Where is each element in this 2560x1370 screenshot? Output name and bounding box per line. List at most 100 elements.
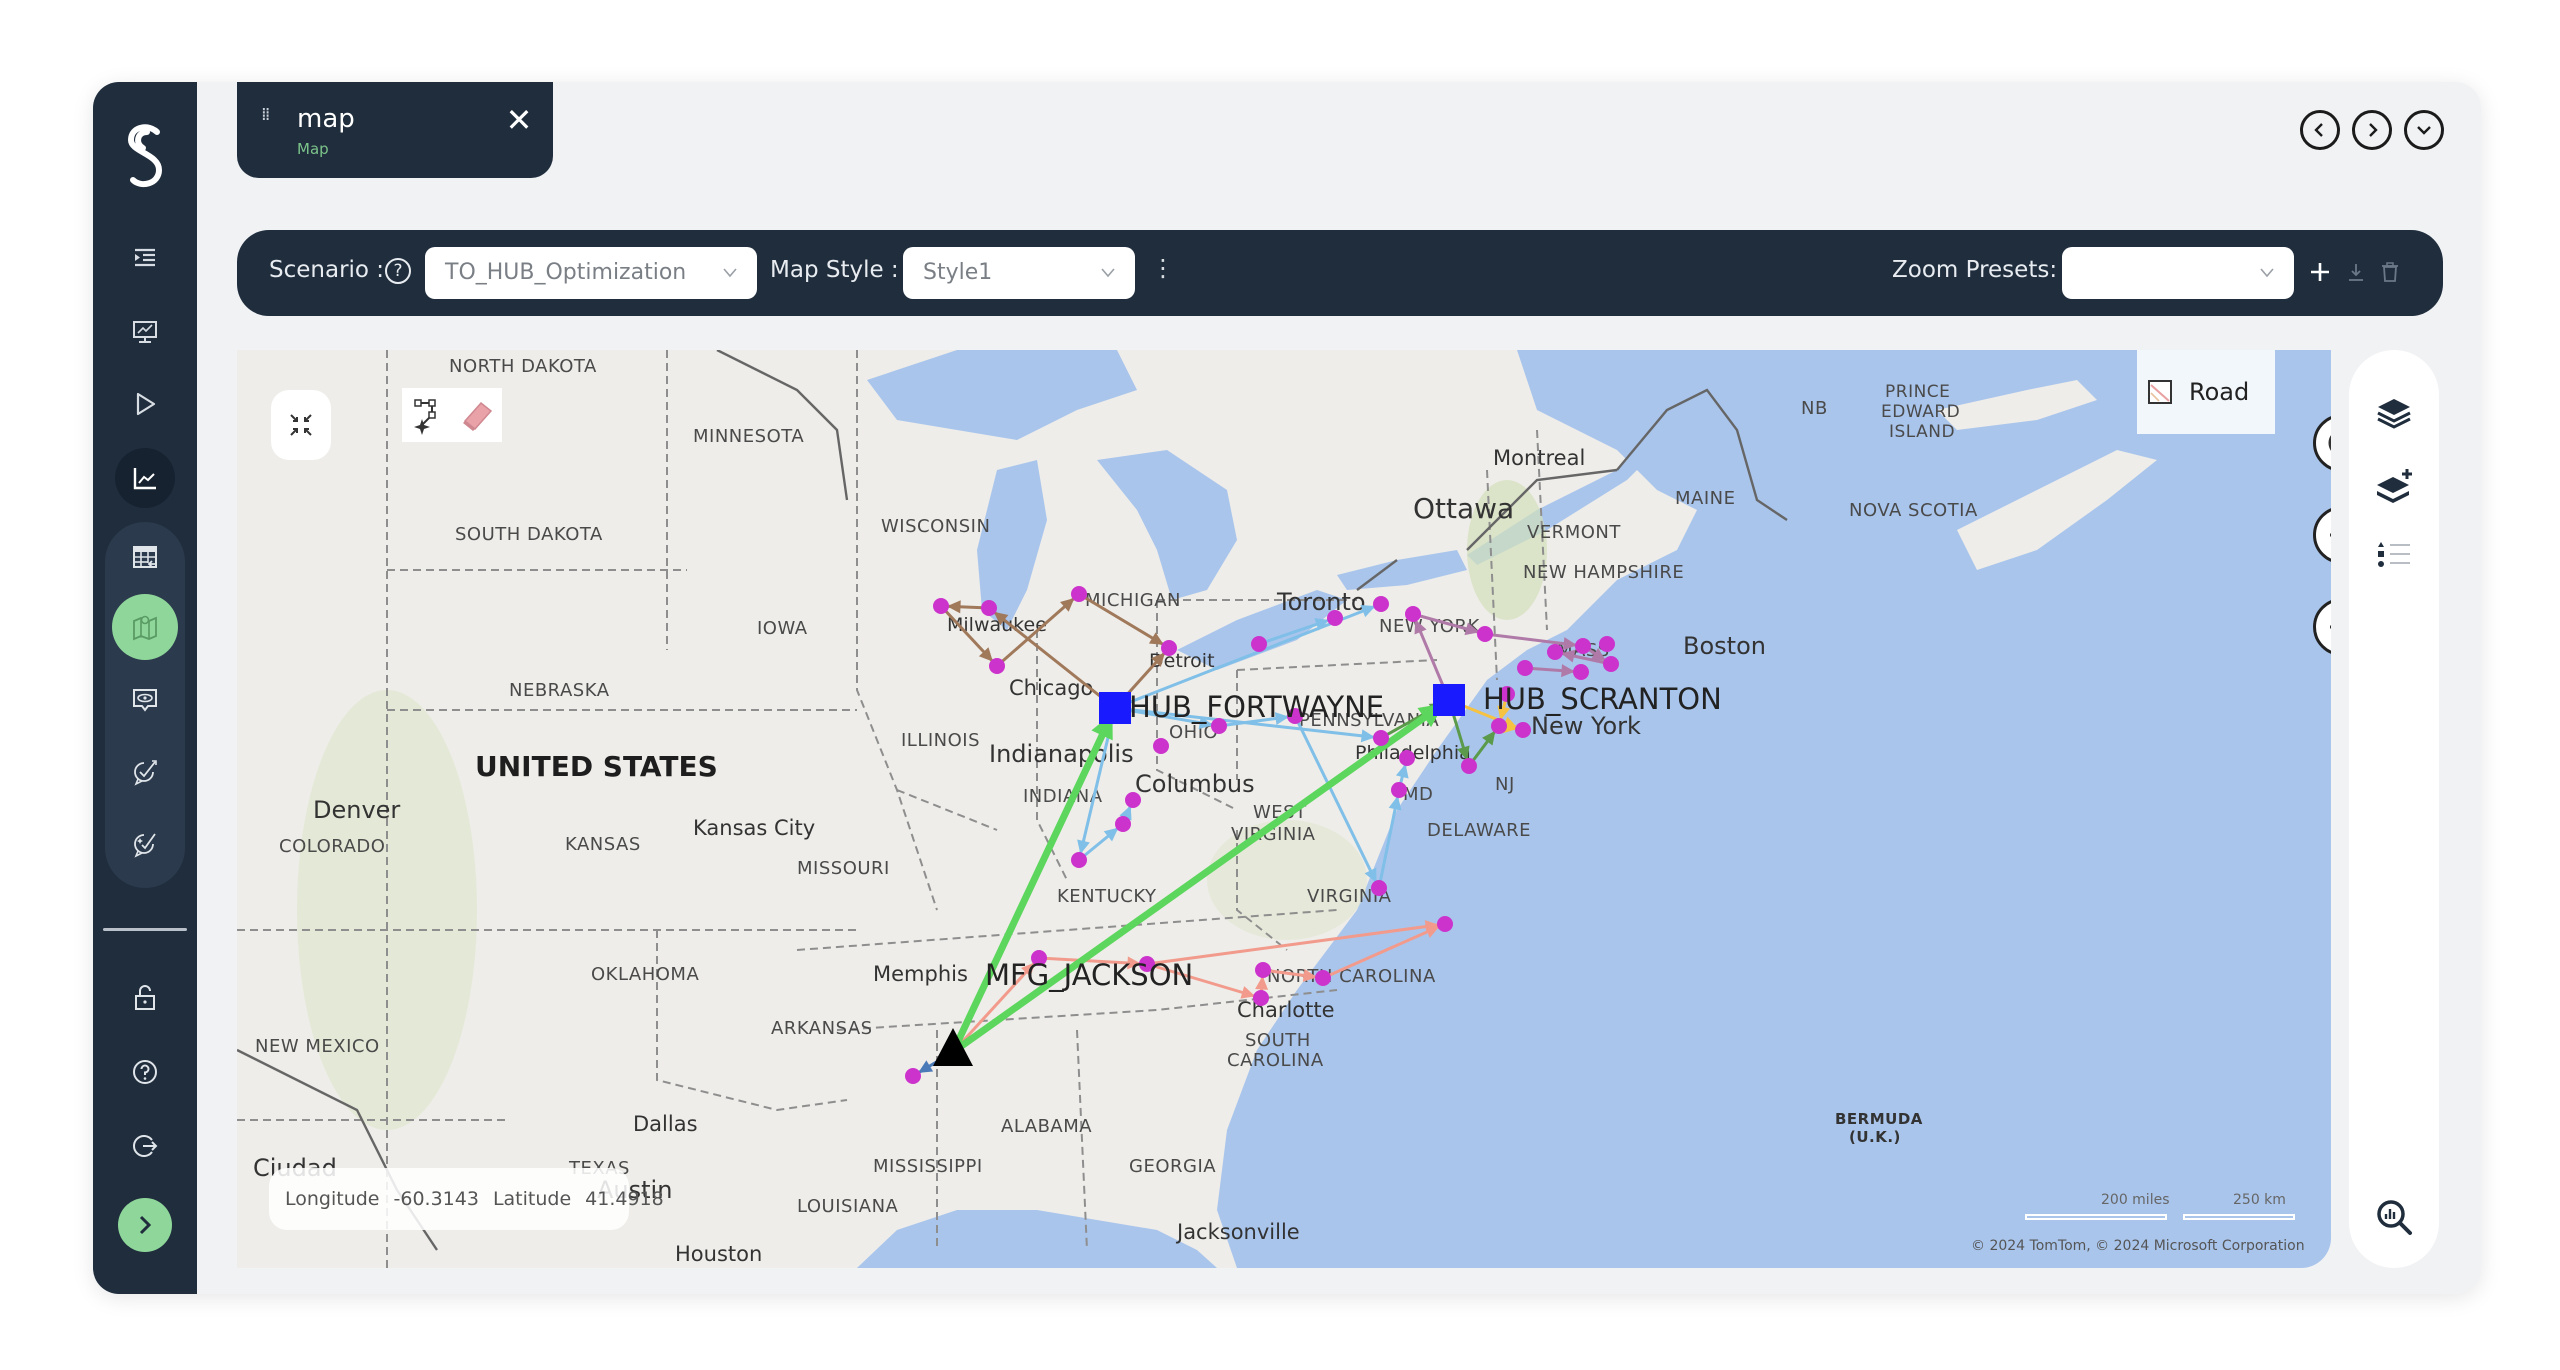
customer-point[interactable] bbox=[933, 598, 949, 614]
mfg-to-hub-route bbox=[949, 706, 1119, 1054]
customer-point[interactable] bbox=[1547, 644, 1563, 660]
scenario-select[interactable]: TO_HUB_Optimization bbox=[425, 247, 757, 299]
customer-point[interactable] bbox=[1255, 962, 1271, 978]
chevron-left-icon bbox=[2314, 123, 2323, 137]
customer-point[interactable] bbox=[1373, 730, 1389, 746]
hub-scranton-label: HUB_SCRANTON bbox=[1483, 682, 1722, 716]
customer-point[interactable] bbox=[1517, 660, 1533, 676]
legend-button[interactable] bbox=[2371, 532, 2417, 578]
customer-point[interactable] bbox=[1437, 916, 1453, 932]
close-tab-button[interactable]: ✕ bbox=[499, 100, 539, 140]
save-zoom-preset-button[interactable] bbox=[2339, 252, 2373, 292]
scale-miles-label: 200 miles bbox=[2101, 1192, 2170, 1208]
customer-point[interactable] bbox=[1125, 792, 1141, 808]
scale-bar-km bbox=[2183, 1214, 2295, 1220]
sidebar-item-help[interactable] bbox=[115, 1042, 175, 1102]
scenario-value: TO_HUB_Optimization bbox=[445, 260, 687, 285]
sidebar-item-table-input[interactable] bbox=[115, 528, 175, 588]
mfg-marker[interactable] bbox=[933, 1028, 973, 1066]
sidebar-item-map[interactable] bbox=[112, 594, 178, 660]
target-sparkle-chat-icon bbox=[134, 833, 156, 858]
route-arrowhead bbox=[1482, 730, 1496, 746]
plus-icon bbox=[2311, 263, 2329, 281]
customer-point[interactable] bbox=[981, 600, 997, 616]
map-style-select[interactable]: Style1 bbox=[903, 247, 1135, 299]
customer-point[interactable] bbox=[1373, 596, 1389, 612]
road-style-toggle[interactable]: Road bbox=[2137, 350, 2275, 434]
more-options-icon[interactable]: ⋮ bbox=[1151, 254, 1175, 282]
eraser-icon[interactable] bbox=[459, 397, 495, 433]
customer-point[interactable] bbox=[1161, 640, 1177, 656]
customer-point[interactable] bbox=[1573, 664, 1589, 680]
target-icon bbox=[2328, 435, 2331, 451]
chevron-down-icon bbox=[2417, 126, 2431, 135]
target-chat-icon bbox=[134, 760, 157, 786]
next-tab-button[interactable] bbox=[2352, 110, 2392, 150]
latitude-label: Latitude bbox=[492, 1188, 572, 1210]
sidebar-item-run[interactable] bbox=[115, 374, 175, 434]
customer-point[interactable] bbox=[1071, 852, 1087, 868]
chevron-down-icon bbox=[723, 268, 737, 278]
line-chart-icon bbox=[133, 468, 156, 490]
customer-point[interactable] bbox=[1315, 970, 1331, 986]
sidebar-item-menu-toggle[interactable] bbox=[115, 228, 175, 288]
customer-point[interactable] bbox=[1477, 626, 1493, 642]
customer-point[interactable] bbox=[1391, 782, 1407, 798]
download-icon bbox=[2349, 264, 2363, 281]
customer-point[interactable] bbox=[1399, 750, 1415, 766]
sidebar-item-lock[interactable] bbox=[115, 968, 175, 1028]
draw-polyline-icon[interactable] bbox=[410, 395, 444, 435]
hub-marker[interactable] bbox=[1099, 692, 1131, 724]
sidebar-divider bbox=[103, 928, 187, 931]
add-layer-button[interactable] bbox=[2371, 464, 2417, 510]
map-tab[interactable]: ⁞⁞ map Map ✕ bbox=[237, 82, 553, 178]
customer-point[interactable] bbox=[1153, 738, 1169, 754]
customer-point[interactable] bbox=[1071, 586, 1087, 602]
longitude-label: Longitude bbox=[285, 1188, 380, 1210]
sidebar-item-view[interactable] bbox=[115, 670, 175, 730]
routes-layer bbox=[905, 586, 1619, 1084]
customer-point[interactable] bbox=[1603, 656, 1619, 672]
scenario-help-icon[interactable]: ? bbox=[385, 258, 411, 284]
sidebar-item-insights-2[interactable] bbox=[115, 814, 175, 874]
customer-point[interactable] bbox=[1461, 758, 1477, 774]
chevron-down-icon bbox=[1101, 268, 1115, 278]
longitude-value: -60.3143 bbox=[393, 1188, 479, 1210]
customer-point[interactable] bbox=[1491, 718, 1507, 734]
customer-point[interactable] bbox=[1515, 722, 1531, 738]
delete-zoom-preset-button[interactable] bbox=[2373, 252, 2407, 292]
sidebar-item-insights-1[interactable] bbox=[115, 742, 175, 802]
customer-point[interactable] bbox=[989, 658, 1005, 674]
hub-marker[interactable] bbox=[1433, 684, 1465, 716]
table-import-icon bbox=[133, 546, 157, 568]
customer-point[interactable] bbox=[1575, 638, 1591, 654]
customer-point[interactable] bbox=[1115, 816, 1131, 832]
customer-point[interactable] bbox=[905, 1068, 921, 1084]
zoom-presets-select[interactable] bbox=[2062, 247, 2294, 299]
sidebar-item-analytics[interactable] bbox=[115, 448, 175, 508]
coordinate-readout: Longitude -60.3143 Latitude 41.4918 bbox=[269, 1168, 664, 1230]
customer-point[interactable] bbox=[1599, 636, 1615, 652]
customer-point[interactable] bbox=[1327, 610, 1343, 626]
zoom-analytics-icon bbox=[2377, 1200, 2412, 1235]
customer-point[interactable] bbox=[1405, 606, 1421, 622]
drag-handle-icon[interactable]: ⁞⁞ bbox=[261, 106, 271, 124]
layers-button[interactable] bbox=[2371, 390, 2417, 436]
map-pin-icon bbox=[133, 615, 157, 641]
fullscreen-button[interactable] bbox=[271, 390, 331, 460]
chevron-right-icon bbox=[2369, 123, 2378, 137]
sidebar-item-logout[interactable] bbox=[115, 1116, 175, 1176]
previous-tab-button[interactable] bbox=[2300, 110, 2340, 150]
monitor-chart-icon bbox=[133, 321, 157, 343]
scenario-label: Scenario : bbox=[269, 257, 385, 283]
zoom-analytics-button[interactable] bbox=[2371, 1194, 2417, 1240]
customer-point[interactable] bbox=[1251, 636, 1267, 652]
sidebar-item-dashboard[interactable] bbox=[115, 302, 175, 362]
map-canvas[interactable]: NORTH DAKOTA MINNESOTA SOUTH DAKOTA WISC… bbox=[237, 350, 2331, 1268]
tab-list-dropdown-button[interactable] bbox=[2404, 110, 2444, 150]
route-arrowhead bbox=[1560, 649, 1576, 663]
sidebar-expand-button[interactable] bbox=[118, 1198, 172, 1252]
customer-point[interactable] bbox=[1371, 880, 1387, 896]
add-zoom-preset-button[interactable] bbox=[2303, 252, 2337, 292]
customer-point[interactable] bbox=[1253, 990, 1269, 1006]
